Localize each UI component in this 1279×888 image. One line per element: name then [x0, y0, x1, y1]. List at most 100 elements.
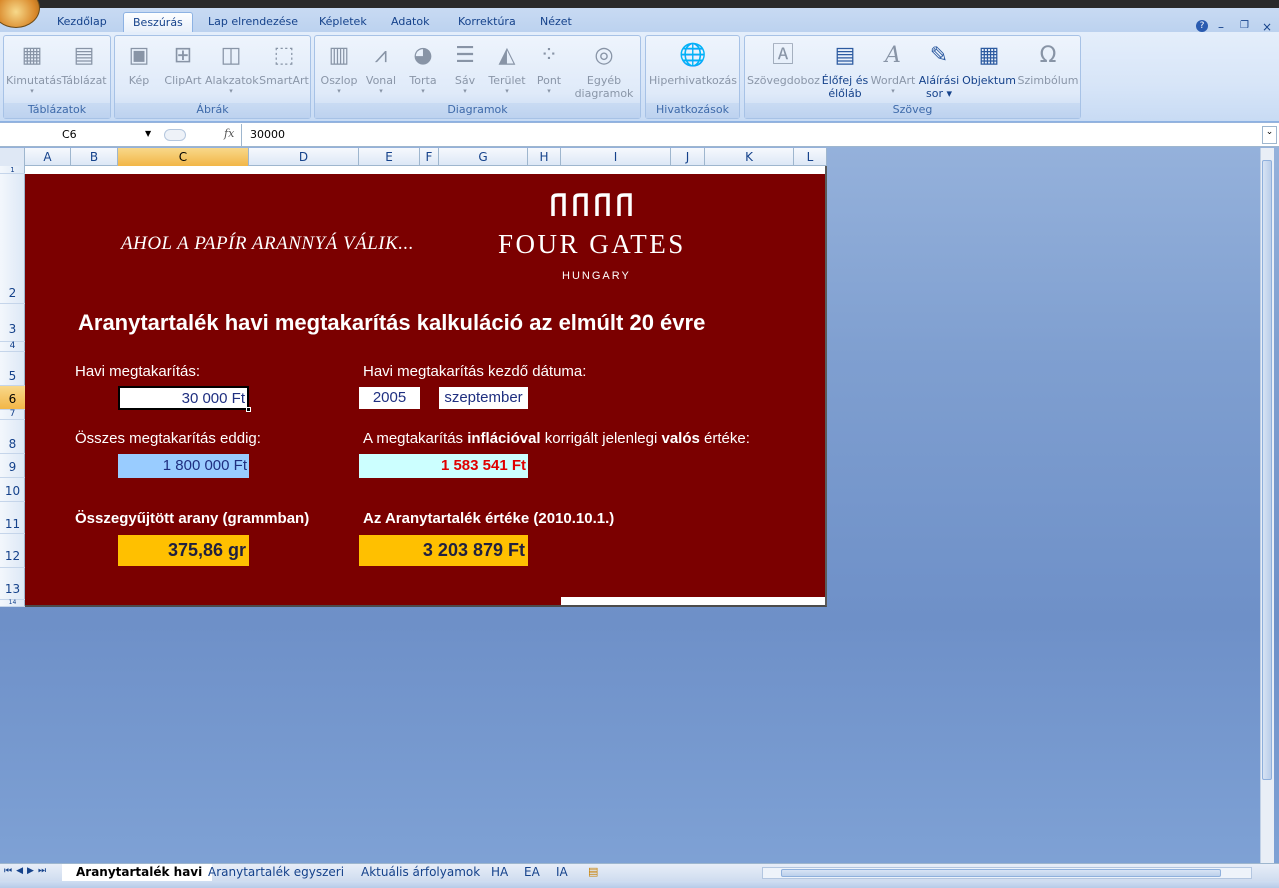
sheet-tab-aranytartalek-havi[interactable]: Aranytartalék havi [62, 864, 213, 881]
restore-icon[interactable]: ❐ [1240, 20, 1249, 31]
row-header[interactable]: 8 [0, 420, 25, 454]
fill-handle[interactable] [246, 407, 251, 412]
name-box-dropdown-icon[interactable]: ▼ [145, 129, 151, 138]
select-all-corner[interactable] [0, 148, 25, 166]
column-header[interactable]: G [439, 148, 528, 166]
hiperhivatkozas-button[interactable]: 🌐 Hiperhivatkozás [648, 40, 738, 87]
row-header[interactable]: 10 [0, 478, 25, 502]
sheet-tab-aranytartalek-egyszeri[interactable]: Aranytartalék egyszeri [194, 864, 354, 881]
column-headers: A B C D E F G H I J K L [0, 148, 827, 166]
tab-adatok[interactable]: Adatok [382, 12, 438, 32]
torta-button[interactable]: ◕ Torta ▾ [403, 40, 443, 95]
column-header[interactable]: J [671, 148, 705, 166]
szovegdoboz-button[interactable]: 🄰 Szövegdoboz [747, 40, 820, 87]
row-header[interactable]: 4 [0, 342, 25, 352]
clipart-button[interactable]: ⊞ ClipArt [161, 40, 205, 87]
row-header[interactable]: 14 [0, 600, 25, 607]
vertical-scroll-thumb[interactable] [1262, 160, 1272, 780]
column-header[interactable]: F [420, 148, 439, 166]
pont-button[interactable]: ⁘ Pont ▾ [529, 40, 569, 95]
formula-expand-handle[interactable] [164, 129, 186, 141]
column-header[interactable]: K [705, 148, 794, 166]
line-chart-icon: ⩘ [374, 42, 388, 68]
column-header[interactable]: D [249, 148, 359, 166]
title-bar [0, 0, 1279, 8]
group-caption: Hivatkozások [646, 103, 739, 118]
start-year-input[interactable]: 2005 [359, 387, 420, 409]
column-header[interactable]: E [359, 148, 420, 166]
group-caption: Táblázatok [4, 103, 110, 118]
smartart-button[interactable]: ⬚ SmartArt [259, 40, 309, 87]
row-header[interactable]: 11 [0, 502, 25, 534]
logo-title: FOUR GATES [498, 229, 686, 259]
worksheet[interactable]: AHOL A PAPÍR ARANNYÁ VÁLIK... FOUR GATES… [25, 166, 827, 607]
column-header[interactable]: C [118, 148, 249, 166]
column-header[interactable]: I [561, 148, 671, 166]
tab-kezdolap[interactable]: Kezdőlap [48, 12, 116, 32]
szimbolum-button[interactable]: Ω Szimbólum [1017, 40, 1079, 87]
group-caption: Szöveg [745, 103, 1080, 118]
reserve-value: 3 203 879 Ft [359, 535, 528, 566]
group-diagramok: ▥ Oszlop ▾ ⩘ Vonal ▾ ◕ Torta ▾ ☰ Sáv ▾ ◭ Ter… [314, 35, 641, 119]
object-icon: ▦ [978, 42, 1000, 68]
kep-button[interactable]: ▣ Kép [119, 40, 159, 87]
label-total-saving: Összes megtakarítás eddig: [75, 430, 261, 447]
horizontal-scroll-thumb[interactable] [781, 869, 1221, 877]
label-monthly-saving: Havi megtakarítás: [75, 363, 201, 380]
tab-kepletek[interactable]: Képletek [310, 12, 376, 32]
tab-nezet[interactable]: Nézet [531, 12, 581, 32]
fx-icon[interactable]: fx [224, 127, 234, 140]
row-header[interactable]: 3 [0, 304, 25, 342]
column-header[interactable]: L [794, 148, 827, 166]
tab-lap-elrendezese[interactable]: Lap elrendezése [199, 12, 307, 32]
picture-icon: ▣ [128, 42, 150, 68]
group-tablazatok: ▦ Kimutatás ▾ ▤ Táblázat Táblázatok [3, 35, 111, 119]
terulet-button[interactable]: ◭ Terület ▾ [485, 40, 529, 95]
wordart-button[interactable]: A WordArt ▾ [869, 40, 917, 95]
sav-button[interactable]: ☰ Sáv ▾ [445, 40, 485, 95]
kimutatas-button[interactable]: ▦ Kimutatás ▾ [6, 40, 62, 95]
alairasi-sor-button[interactable]: ✎ Aláírási sor ▾ [917, 40, 961, 100]
tab-beszuras[interactable]: Beszúrás [123, 12, 193, 33]
tab-korrektura[interactable]: Korrektúra [449, 12, 525, 32]
column-header[interactable]: H [528, 148, 561, 166]
four-gates-logo [549, 192, 639, 221]
row-header[interactable]: 9 [0, 454, 25, 478]
bar-chart-icon: ☰ [455, 42, 475, 68]
sheet-tab-aktualis-arfolyamok[interactable]: Aktuális árfolyamok [347, 864, 490, 881]
row-1-strip [25, 166, 825, 174]
total-saving-value: 1 800 000 Ft [118, 454, 249, 478]
column-chart-icon: ▥ [328, 42, 350, 68]
row-header[interactable]: 1 [0, 166, 25, 174]
insert-sheet-icon[interactable]: ▤ [588, 865, 598, 878]
monthly-saving-input[interactable]: 30 000 Ft [118, 386, 249, 410]
sheet-nav-arrows-icon[interactable]: ⏮◀▶⏭ [4, 866, 50, 876]
page-title: Aranytartalék havi megtakarítás kalkulác… [78, 310, 706, 335]
row-header[interactable]: 13 [0, 568, 25, 600]
unfilled-cells [561, 597, 825, 605]
row-header[interactable]: 12 [0, 534, 25, 568]
table-icon: ▤ [73, 42, 95, 68]
name-box[interactable]: C6 [0, 124, 158, 146]
start-month-select[interactable]: szeptember [439, 387, 528, 409]
column-header[interactable]: A [25, 148, 71, 166]
row-header[interactable]: 2 [0, 174, 25, 304]
alakzatok-button[interactable]: ◫ Alakzatok ▾ [205, 40, 259, 95]
formula-input[interactable]: 30000 [250, 128, 285, 141]
wordart-icon: A [885, 42, 901, 68]
column-header[interactable]: B [71, 148, 118, 166]
objektum-button[interactable]: ▦ Objektum [961, 40, 1017, 87]
horizontal-scrollbar[interactable] [762, 867, 1252, 879]
row-header[interactable]: 5 [0, 352, 25, 386]
oszlop-button[interactable]: ▥ Oszlop ▾ [317, 40, 361, 95]
row-header[interactable]: 7 [0, 410, 25, 420]
status-bar [0, 881, 1279, 888]
expand-formula-icon[interactable]: ⌄ [1262, 126, 1277, 144]
help-icon[interactable]: ? [1196, 20, 1208, 32]
row-header[interactable]: 6 [0, 386, 25, 410]
sheet-tab-ia[interactable]: IA [542, 864, 578, 881]
gates-icon [551, 193, 632, 216]
elofej-button[interactable]: ▤ Élőfej és élőláb [821, 40, 869, 100]
vonal-button[interactable]: ⩘ Vonal ▾ [361, 40, 401, 95]
tablazat-button[interactable]: ▤ Táblázat [60, 40, 108, 87]
